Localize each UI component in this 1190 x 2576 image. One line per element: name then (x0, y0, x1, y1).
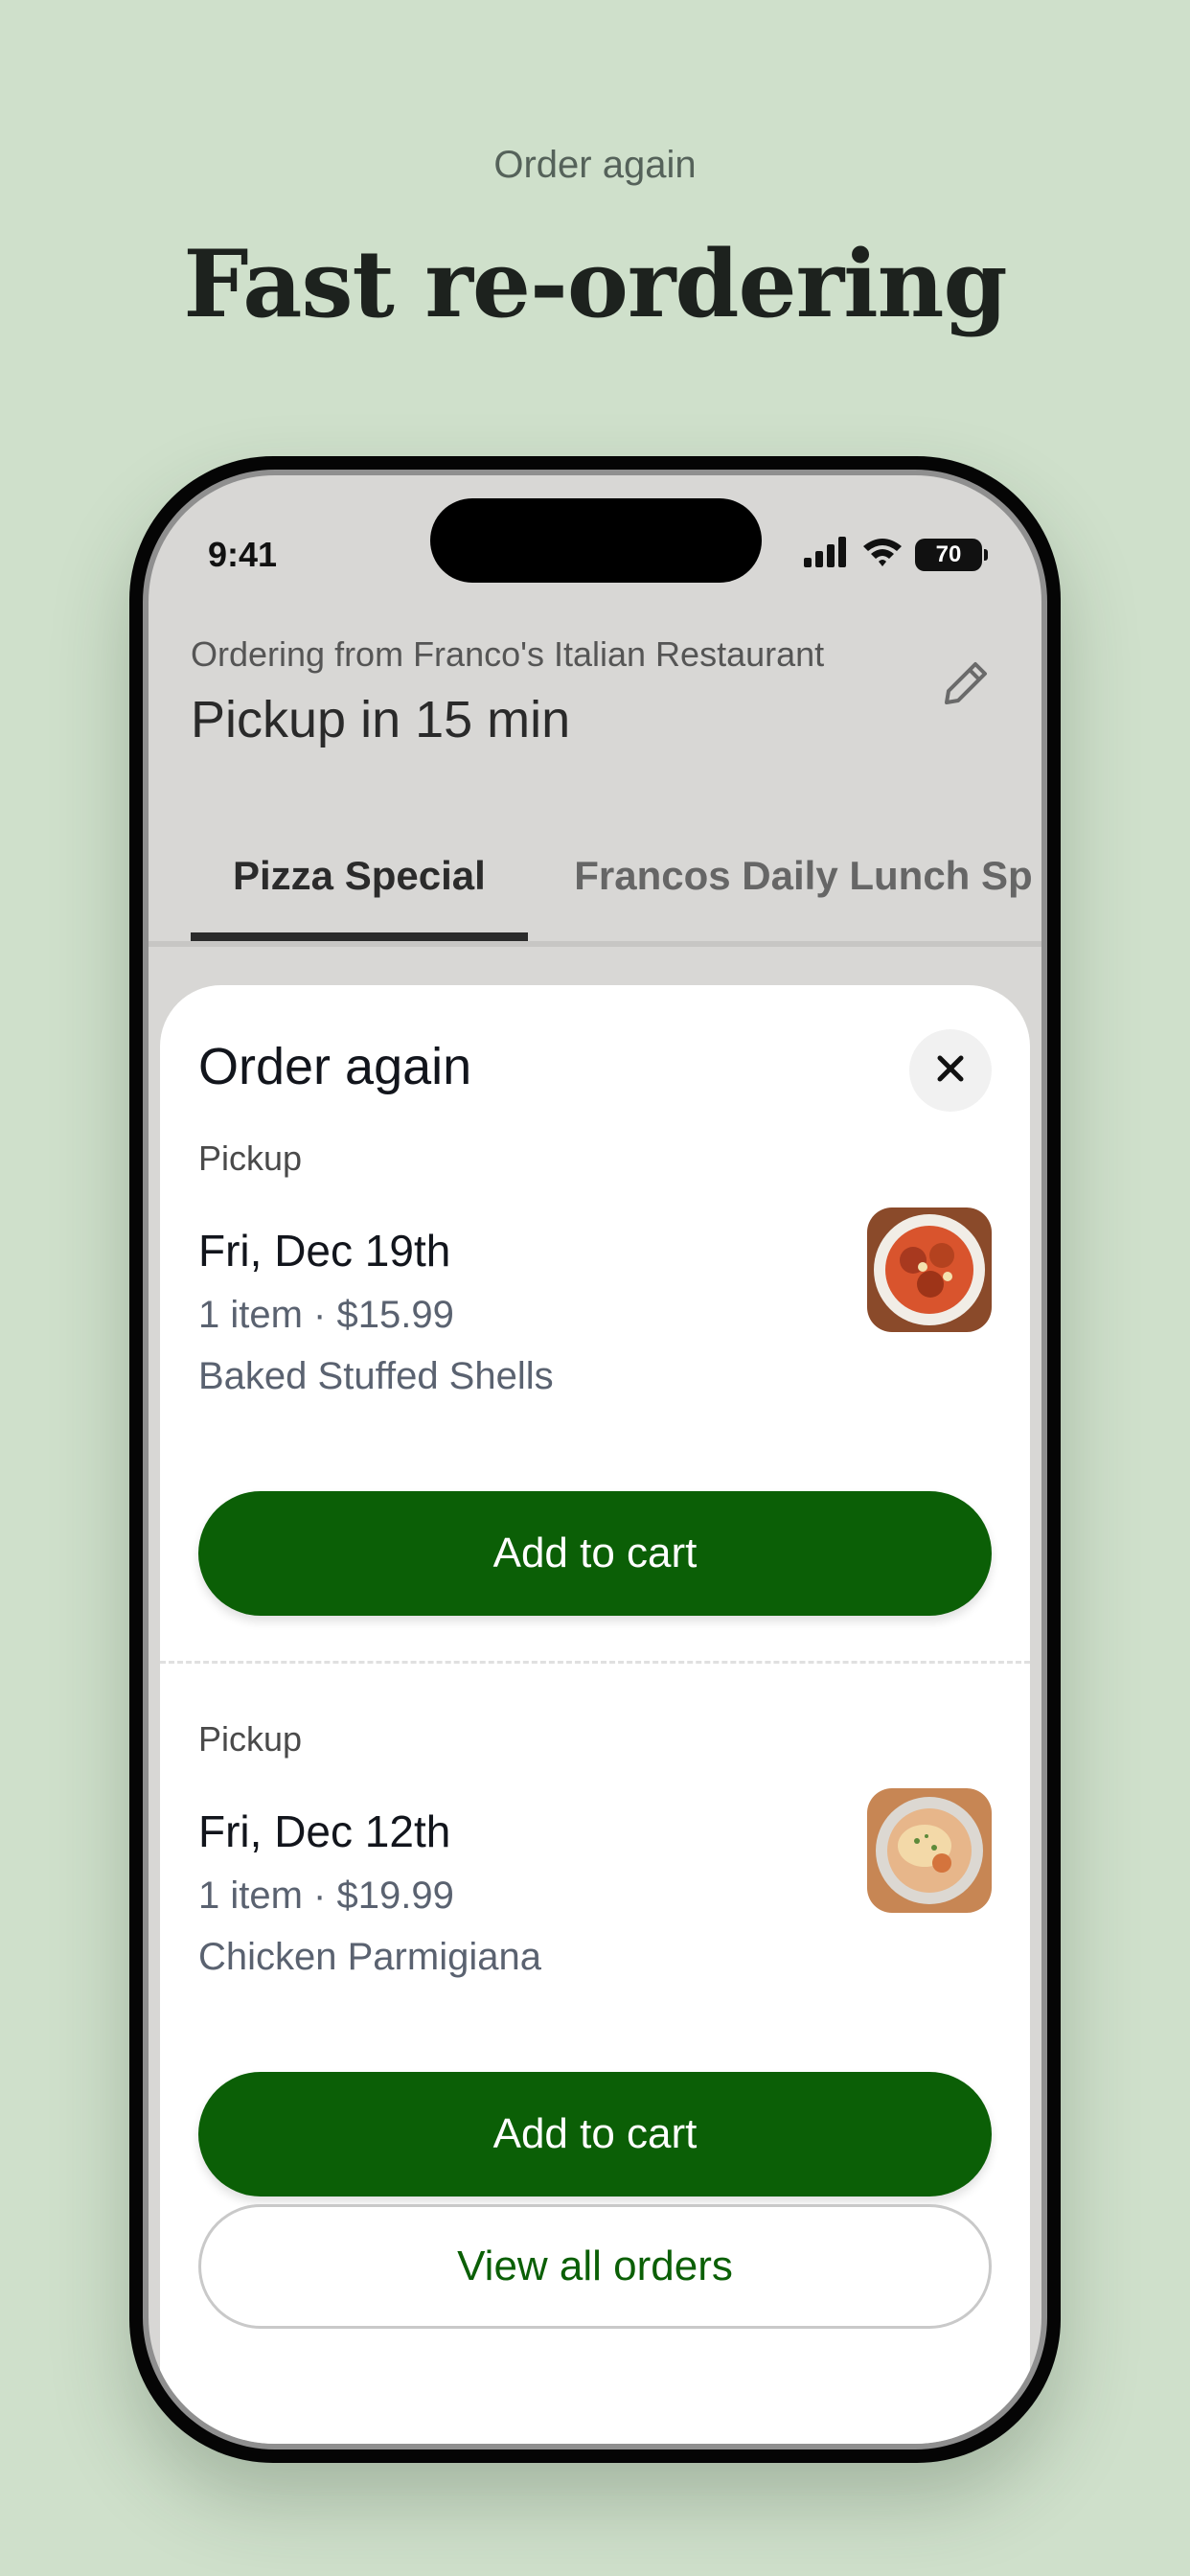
close-icon (934, 1052, 967, 1090)
promo-eyebrow: Order again (493, 144, 697, 186)
status-time: 9:41 (208, 535, 278, 574)
promo-headline: Fast re-ordering (183, 230, 1007, 338)
close-button[interactable] (909, 1029, 992, 1112)
food-thumbnail (867, 1788, 992, 1913)
category-tabs: Pizza Special Francos Daily Lunch Sp (191, 830, 1041, 941)
tabs-divider (149, 941, 1041, 947)
add-to-cart-button[interactable]: Add to cart (198, 2072, 992, 2196)
phone-screen: 9:41 70 Ordering from Franco's Italian R… (149, 475, 1041, 2444)
order-item-name: Chicken Parmigiana (198, 1936, 541, 1978)
order-type: Pickup (198, 1719, 303, 1759)
order-date: Fri, Dec 12th (198, 1806, 451, 1856)
signal-icon (804, 537, 850, 572)
order-meta: 1 item · $19.99 (198, 1874, 454, 1917)
pencil-icon (937, 655, 995, 717)
dynamic-island (430, 498, 762, 583)
ordering-from-label: Ordering from Franco's Italian Restauran… (191, 634, 825, 674)
order-type: Pickup (198, 1138, 303, 1178)
promo-page: Order again Fast re-ordering 9:41 70 Ord… (0, 0, 1190, 2576)
order-item-name: Baked Stuffed Shells (198, 1355, 554, 1397)
pickup-time-title: Pickup in 15 min (191, 691, 571, 748)
phone-bezel: 9:41 70 Ordering from Franco's Italian R… (143, 470, 1047, 2450)
order-meta: 1 item · $15.99 (198, 1294, 454, 1336)
sheet-title: Order again (198, 1038, 472, 1095)
view-all-orders-button[interactable]: View all orders (198, 2204, 992, 2329)
wifi-icon (861, 537, 904, 572)
order-card: Pickup Fri, Dec 12th 1 item · $19.99 Chi… (198, 1719, 992, 2196)
edit-button[interactable] (934, 654, 997, 717)
add-to-cart-button[interactable]: Add to cart (198, 1491, 992, 1616)
phone-frame: 9:41 70 Ordering from Franco's Italian R… (129, 456, 1061, 2463)
order-date: Fri, Dec 19th (198, 1226, 451, 1276)
battery-icon: 70 (915, 538, 988, 571)
food-thumbnail (867, 1208, 992, 1332)
tab-pizza-special[interactable]: Pizza Special (191, 830, 528, 941)
order-again-sheet: Order again Pickup Fri, Dec 19th 1 item … (160, 985, 1030, 2444)
tab-francos-daily-lunch[interactable]: Francos Daily Lunch Sp (532, 830, 1041, 941)
status-icons: 70 (804, 537, 988, 572)
order-card: Pickup Fri, Dec 19th 1 item · $15.99 Bak… (198, 1138, 992, 1616)
order-divider (160, 1661, 1030, 1664)
